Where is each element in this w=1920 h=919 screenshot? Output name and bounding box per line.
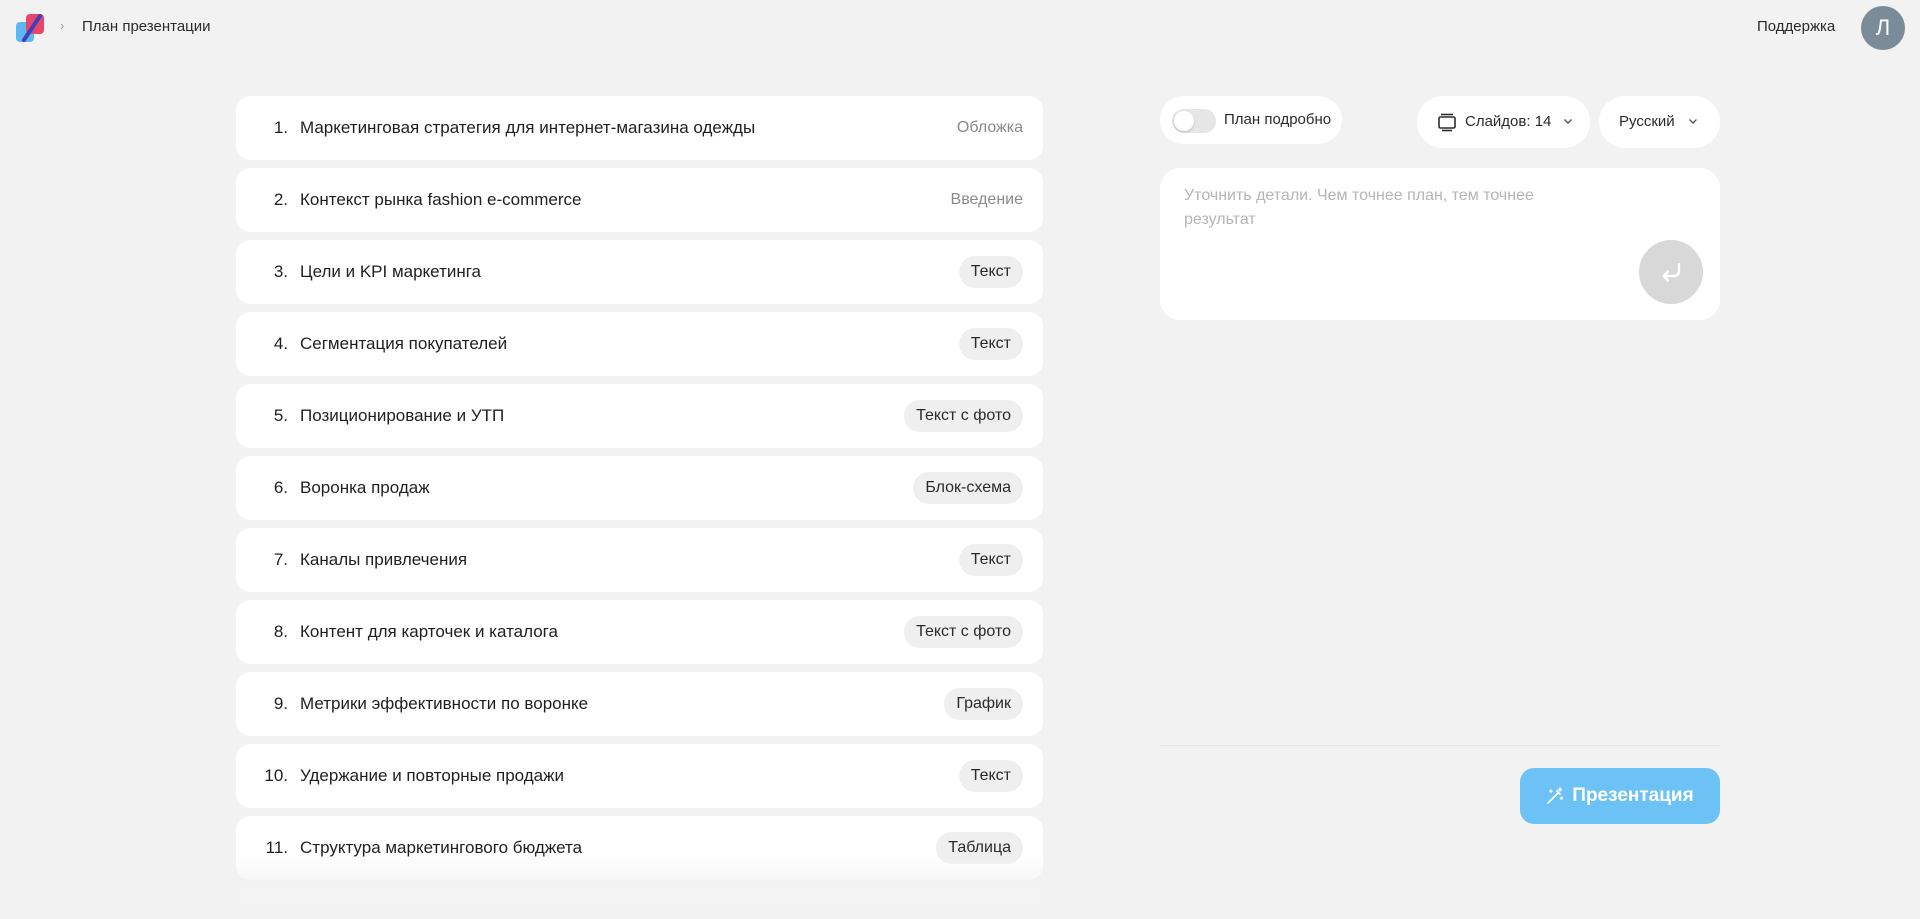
toggle-label: План подробно bbox=[1224, 111, 1332, 128]
slide-title[interactable]: Цели и KPI маркетинга bbox=[300, 262, 959, 282]
slide-layout-type[interactable]: Введение bbox=[951, 191, 1023, 209]
toggle-switch[interactable] bbox=[1172, 109, 1216, 133]
slide-layout-type[interactable]: Текст bbox=[958, 328, 1023, 360]
slide-row[interactable]: 4. Сегментация покупателей Текст bbox=[236, 312, 1043, 376]
slide-row[interactable]: 2. Контекст рынка fashion e-commerce Введе… bbox=[236, 168, 1043, 232]
slide-row[interactable]: 7. Каналы привлечения Текст bbox=[236, 528, 1043, 592]
app-logo-icon[interactable] bbox=[14, 12, 48, 44]
slide-layout-type[interactable]: Текст bbox=[958, 760, 1023, 792]
slide-row-partial[interactable] bbox=[236, 888, 1043, 919]
slide-number: 1. bbox=[273, 118, 288, 137]
slide-layout-type[interactable]: График bbox=[944, 688, 1023, 720]
refine-prompt-box bbox=[1160, 168, 1720, 320]
slide-title[interactable]: Сегментация покупателей bbox=[300, 334, 959, 354]
slide-title[interactable]: Структура маркетингового бюджета bbox=[300, 838, 936, 858]
slide-row[interactable]: 8. Контент для карточек и каталога Текст с… bbox=[236, 600, 1043, 664]
language-dropdown[interactable]: Русский bbox=[1599, 96, 1720, 148]
slide-title[interactable]: Метрики эффективности по воронке bbox=[300, 694, 944, 714]
support-link[interactable]: Поддержка bbox=[1757, 18, 1835, 35]
return-arrow-icon bbox=[1662, 262, 1681, 282]
slide-title[interactable]: Контекст рынка fashion e-commerce bbox=[300, 190, 951, 210]
slide-row[interactable]: 5. Позиционирование и УТП Текст с фото bbox=[236, 384, 1043, 448]
slide-row[interactable]: 11. Структура маркетингового бюджета Табли… bbox=[236, 816, 1043, 880]
slide-row[interactable]: 9. Метрики эффективности по воронке График bbox=[236, 672, 1043, 736]
slide-number: 7. bbox=[273, 550, 288, 569]
toggle-knob bbox=[1174, 111, 1194, 131]
slide-number: 8. bbox=[273, 622, 288, 641]
slide-number: 9. bbox=[273, 694, 288, 713]
slide-layout-type[interactable]: Текст с фото bbox=[904, 616, 1023, 648]
panel-divider bbox=[1160, 745, 1720, 746]
slide-layout-type[interactable]: Текст bbox=[958, 256, 1023, 288]
breadcrumb: План презентации bbox=[82, 18, 211, 35]
slide-title[interactable]: Маркетинговая стратегия для интернет-маг… bbox=[300, 118, 957, 138]
slide-title[interactable]: Позиционирование и УТП bbox=[300, 406, 904, 426]
send-button[interactable] bbox=[1639, 240, 1703, 304]
slide-title[interactable]: Контент для карточек и каталога bbox=[300, 622, 904, 642]
create-presentation-button[interactable]: Презентация bbox=[1520, 768, 1720, 824]
slide-row[interactable]: 3. Цели и KPI маркетинга Текст bbox=[236, 240, 1043, 304]
slide-row[interactable]: 6. Воронка продаж Блок-схема bbox=[236, 456, 1043, 520]
slide-number: 5. bbox=[273, 406, 288, 425]
slide-layout-type[interactable]: Блок-схема bbox=[913, 472, 1023, 504]
slide-row[interactable]: 10. Удержание и повторные продажи Текст bbox=[236, 744, 1043, 808]
slide-outline-list: 1. Маркетинговая стратегия для интернет-м… bbox=[236, 96, 1043, 919]
slides-stack-icon bbox=[1438, 113, 1456, 132]
slide-number: 6. bbox=[273, 478, 288, 497]
magic-wand-icon bbox=[1547, 787, 1564, 804]
avatar[interactable]: Л bbox=[1861, 6, 1905, 50]
slide-number: 11. bbox=[265, 838, 288, 857]
slide-number: 4. bbox=[273, 334, 288, 353]
create-presentation-label: Презентация bbox=[1572, 785, 1694, 806]
slides-count-label: Слайдов: 14 bbox=[1465, 113, 1552, 130]
slide-layout-type[interactable]: Текст bbox=[958, 544, 1023, 576]
language-label: Русский bbox=[1619, 113, 1675, 130]
detailed-plan-toggle[interactable]: План подробно bbox=[1160, 96, 1342, 144]
slides-count-dropdown[interactable]: Слайдов: 14 bbox=[1417, 96, 1590, 148]
slide-title[interactable]: Воронка продаж bbox=[300, 478, 913, 498]
slide-layout-type[interactable]: Обложка bbox=[957, 119, 1023, 137]
top-header: › План презентации Поддержка Л bbox=[0, 0, 1920, 56]
slide-title[interactable]: Удержание и повторные продажи bbox=[300, 766, 959, 786]
refine-prompt-input[interactable] bbox=[1184, 184, 1604, 244]
chevron-down-icon bbox=[1689, 119, 1697, 124]
slide-number: 10. bbox=[264, 766, 288, 785]
slide-layout-type[interactable]: Текст с фото bbox=[904, 400, 1023, 432]
slide-number: 2. bbox=[273, 190, 288, 209]
slide-number: 3. bbox=[273, 262, 288, 281]
slide-layout-type[interactable]: Таблица bbox=[936, 832, 1023, 864]
chevron-down-icon bbox=[1564, 119, 1572, 124]
breadcrumb-chevron-icon: › bbox=[60, 18, 65, 33]
slide-row[interactable]: 1. Маркетинговая стратегия для интернет-м… bbox=[236, 96, 1043, 160]
slide-title[interactable]: Каналы привлечения bbox=[300, 550, 959, 570]
